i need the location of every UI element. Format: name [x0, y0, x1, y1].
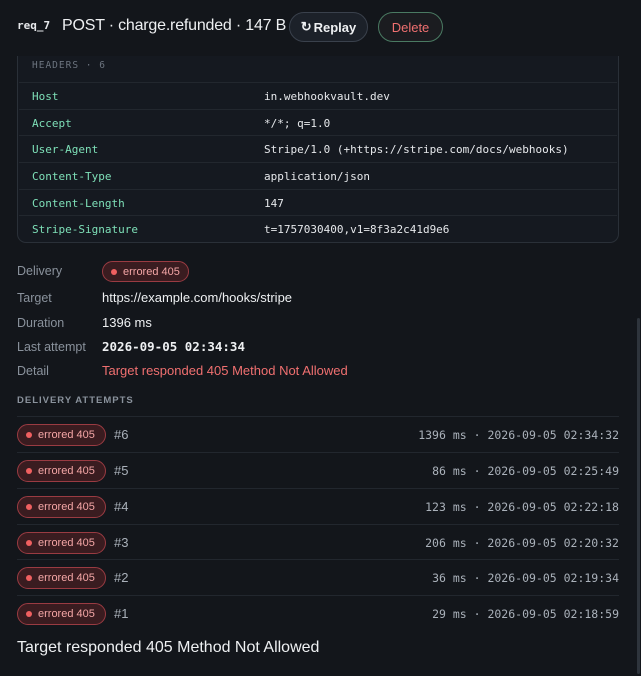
delivery-label: Delivery	[17, 264, 63, 278]
headers-panel: HEADERS · 6 Host in.webhookvault.dev Acc…	[17, 56, 619, 243]
headers-section-title: HEADERS · 6	[32, 60, 106, 71]
status-badge-label: errored 405	[123, 265, 180, 278]
header-row: Content-Type application/json	[19, 162, 617, 189]
header-value: application/json	[264, 170, 370, 183]
attempt-number: #1	[114, 606, 129, 621]
status-badge-label: errored 405	[38, 465, 95, 477]
target-label: Target	[17, 291, 52, 305]
status-badge: errored 405	[17, 603, 106, 625]
header-row: Stripe-Signature t=1757030400,v1=8f3a2c4…	[19, 215, 617, 242]
error-dot-icon	[26, 611, 32, 617]
detail-footer-text: Target responded 405 Method Not Allowed	[17, 639, 320, 656]
status-badge: errored 405	[17, 567, 106, 589]
attempt-meta: 1396 ms · 2026-09-05 02:34:32	[418, 428, 619, 442]
attempt-number: #3	[114, 535, 129, 550]
status-badge-label: errored 405	[38, 429, 95, 441]
header-row: User-Agent Stripe/1.0 (+https://stripe.c…	[19, 135, 617, 162]
attempt-meta: 206 ms · 2026-09-05 02:20:32	[425, 536, 619, 550]
attempt-meta: 86 ms · 2026-09-05 02:25:49	[432, 464, 619, 478]
attempt-row[interactable]: errored 405 #6 1396 ms · 2026-09-05 02:3…	[17, 416, 619, 452]
duration-label: Duration	[17, 316, 65, 330]
header-value: t=1757030400,v1=8f3a2c41d9e6	[264, 223, 450, 236]
status-badge-label: errored 405	[38, 608, 95, 620]
error-dot-icon	[111, 268, 117, 275]
request-header: req_7 POST · charge.refunded · 147 B ↻ R…	[0, 0, 641, 54]
header-value: */*; q=1.0	[264, 117, 331, 130]
status-badge: errored 405	[17, 532, 106, 554]
header-key: Accept	[32, 117, 72, 130]
header-value: 147	[264, 197, 284, 210]
error-dot-icon	[26, 540, 32, 546]
delete-button[interactable]: Delete	[378, 12, 443, 42]
attempt-row[interactable]: errored 405 #4 123 ms · 2026-09-05 02:22…	[17, 488, 619, 524]
error-dot-icon	[26, 504, 32, 510]
vertical-scrollbar[interactable]	[637, 318, 640, 674]
attempt-meta: 29 ms · 2026-09-05 02:18:59	[432, 607, 619, 621]
status-badge-label: errored 405	[38, 501, 95, 513]
status-badge: errored 405	[17, 460, 106, 482]
last-attempt-label: Last attempt	[17, 340, 86, 354]
error-dot-icon	[26, 575, 32, 581]
replay-button[interactable]: ↻ Replay	[289, 12, 368, 42]
attempt-number: #2	[114, 570, 129, 585]
attempt-row[interactable]: errored 405 #3 206 ms · 2026-09-05 02:20…	[17, 524, 619, 560]
header-key: Stripe-Signature	[32, 223, 138, 236]
header-key: Content-Type	[32, 170, 112, 183]
attempt-number: #5	[114, 463, 129, 478]
attempt-number: #6	[114, 427, 129, 442]
duration-value: 1396 ms	[102, 315, 152, 330]
header-value: Stripe/1.0 (+https://stripe.com/docs/web…	[264, 143, 569, 156]
attempt-number: #4	[114, 499, 129, 514]
status-badge: errored 405	[17, 496, 106, 518]
request-id: req_7	[17, 19, 51, 32]
header-key: Content-Length	[32, 197, 125, 210]
header-row: Host in.webhookvault.dev	[19, 82, 617, 109]
delivery-status: errored 405	[102, 261, 189, 282]
attempt-row[interactable]: errored 405 #1 29 ms · 2026-09-05 02:18:…	[17, 595, 619, 631]
replay-icon: ↻	[300, 19, 312, 34]
error-dot-icon	[26, 432, 32, 438]
status-badge-label: errored 405	[38, 572, 95, 584]
attempt-row[interactable]: errored 405 #2 36 ms · 2026-09-05 02:19:…	[17, 559, 619, 595]
detail-label: Detail	[17, 364, 49, 378]
delivery-attempts-title: DELIVERY ATTEMPTS	[17, 395, 134, 406]
status-badge: errored 405	[102, 261, 189, 282]
status-badge: errored 405	[17, 424, 106, 446]
header-row: Content-Length 147	[19, 189, 617, 216]
detail-value: Target responded 405 Method Not Allowed	[102, 363, 348, 378]
attempt-row[interactable]: errored 405 #5 86 ms · 2026-09-05 02:25:…	[17, 452, 619, 488]
request-title: POST · charge.refunded · 147 B	[62, 17, 287, 34]
header-row: Accept */*; q=1.0	[19, 109, 617, 136]
replay-button-label: Replay	[313, 19, 357, 35]
target-value: https://example.com/hooks/stripe	[102, 290, 293, 305]
attempt-meta: 123 ms · 2026-09-05 02:22:18	[425, 500, 619, 514]
error-dot-icon	[26, 468, 32, 474]
header-key: Host	[32, 90, 59, 103]
header-value: in.webhookvault.dev	[264, 90, 390, 103]
status-badge-label: errored 405	[38, 537, 95, 549]
attempt-meta: 36 ms · 2026-09-05 02:19:34	[432, 571, 619, 585]
last-attempt-value: 2026-09-05 02:34:34	[102, 339, 245, 354]
delete-button-label: Delete	[391, 19, 430, 35]
header-key: User-Agent	[32, 143, 99, 156]
